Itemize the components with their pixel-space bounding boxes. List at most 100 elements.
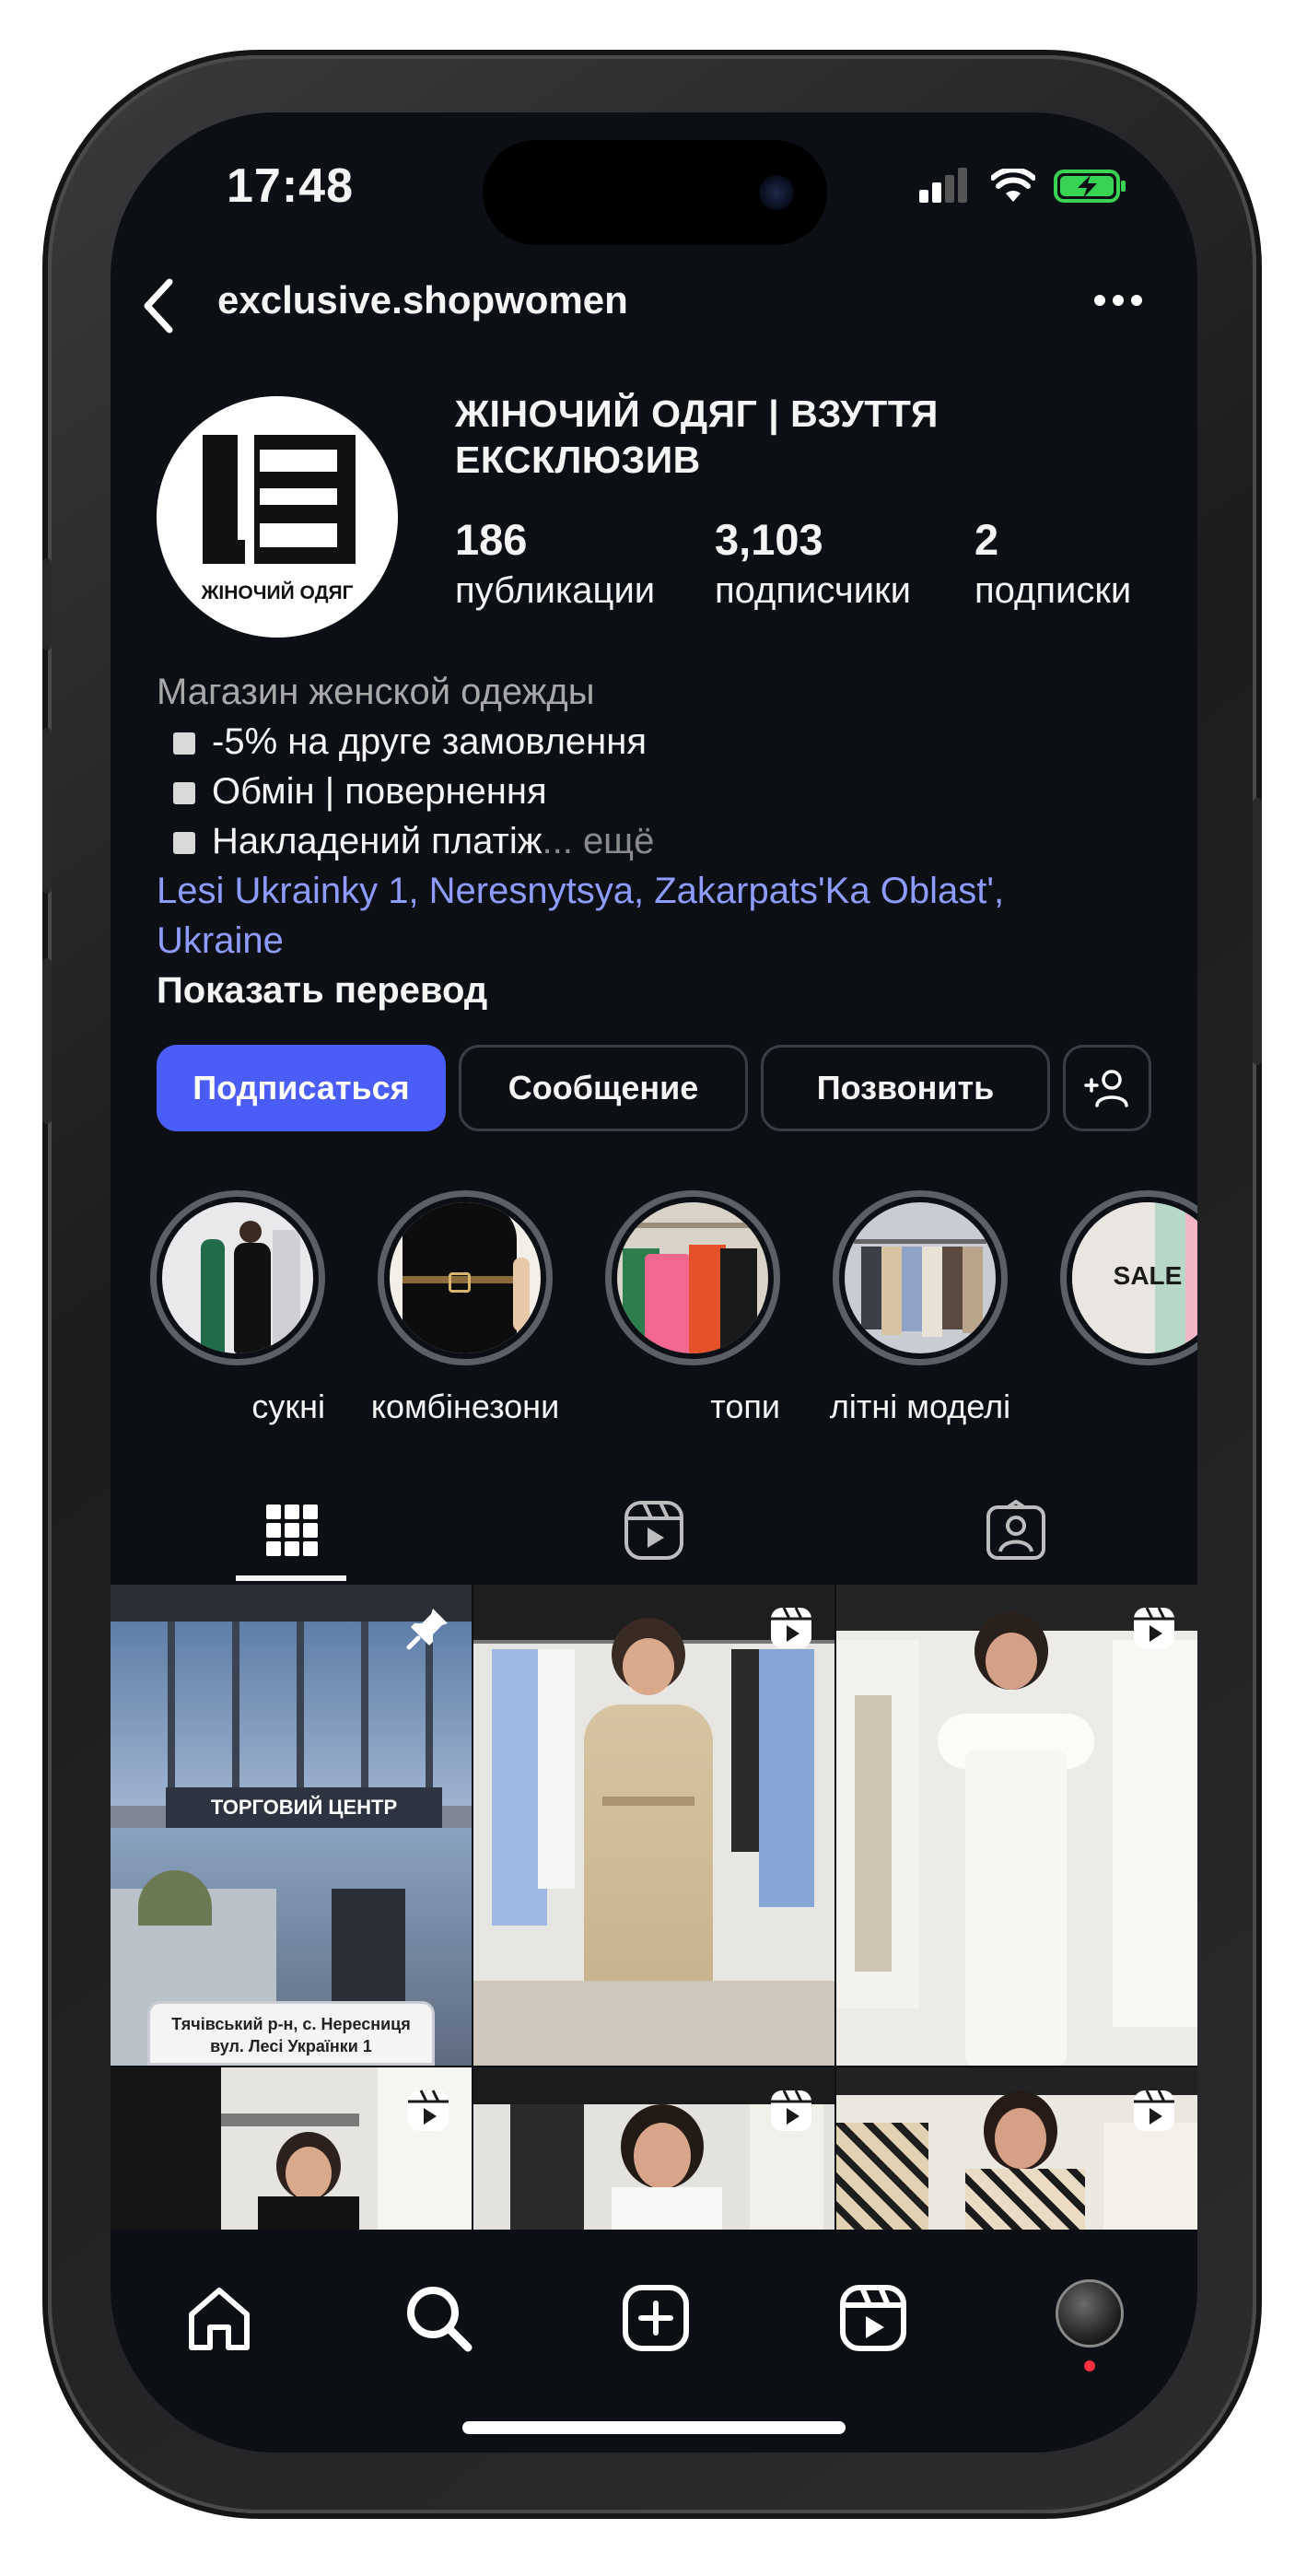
- dynamic-island: [483, 140, 827, 245]
- post-thumbnail[interactable]: [111, 2067, 472, 2230]
- mall-sign: ТОРГОВИЙ ЦЕНТР: [166, 1787, 442, 1828]
- stat-posts[interactable]: 186 публикации: [455, 514, 655, 612]
- highlight-thumb: SALE: [1072, 1202, 1197, 1353]
- post-thumbnail[interactable]: [836, 2067, 1197, 2230]
- create-post-icon[interactable]: [621, 2283, 691, 2353]
- post-thumbnail[interactable]: [836, 1585, 1197, 2066]
- highlight-thumb: [390, 1202, 541, 1353]
- reel-icon: [1134, 1607, 1174, 1648]
- home-indicator[interactable]: [462, 2421, 846, 2434]
- stat-following-count: 2: [974, 515, 999, 564]
- status-time: 17:48: [227, 159, 354, 213]
- reel-icon: [771, 1607, 811, 1648]
- status-icons: [917, 168, 1127, 205]
- battery-charging-icon: [1054, 170, 1126, 203]
- action-button: [42, 558, 52, 650]
- stat-followers-label: подписчики: [715, 570, 911, 611]
- bottom-nav: [111, 2230, 1197, 2453]
- bio-line-text: -5% на друге замовлення: [212, 721, 647, 762]
- bio-line: -5% на друге замовлення: [157, 717, 1170, 767]
- show-translation-link[interactable]: Показать перевод: [157, 966, 1170, 1015]
- active-tab-indicator: [236, 1575, 346, 1581]
- location-link-cont[interactable]: Ukraine: [157, 916, 1170, 966]
- highlight-jumpsuits[interactable]: комбінезони: [371, 1190, 559, 1426]
- wifi-icon: [991, 169, 1035, 202]
- highlight-ring: [833, 1190, 1008, 1365]
- highlight-ring: [150, 1190, 325, 1365]
- notification-dot: [1084, 2360, 1095, 2371]
- reel-icon: [771, 2090, 811, 2131]
- profile-category: Магазин женской одежды: [157, 672, 595, 712]
- bio-line-text: Обмін | повернення: [212, 771, 547, 812]
- call-button[interactable]: Позвонить: [761, 1045, 1050, 1131]
- post-thumbnail[interactable]: ТОРГОВИЙ ЦЕНТР Тячівський р-н, с. Нересн…: [111, 1585, 472, 2066]
- profile-tabs: [111, 1476, 1197, 1585]
- svg-text:ЖІНОЧИЙ ОДЯГ: ЖІНОЧИЙ ОДЯГ: [200, 581, 353, 603]
- post-thumbnail[interactable]: [473, 1585, 834, 2066]
- profile-avatar[interactable]: ЖІНОЧИЙ ОДЯГ: [157, 396, 398, 638]
- grid-icon: [265, 1505, 318, 1556]
- highlight-dresses[interactable]: сукні: [150, 1190, 325, 1426]
- profile-username: exclusive.shopwomen: [217, 278, 628, 322]
- home-icon[interactable]: [184, 2283, 254, 2353]
- highlight-sale[interactable]: SALE: [1060, 1190, 1197, 1365]
- highlight-thumb: [617, 1202, 768, 1353]
- bio-line: Накладений платіж... ещё: [157, 816, 1170, 866]
- post-thumbnail[interactable]: [473, 2067, 834, 2230]
- message-button[interactable]: Сообщение: [459, 1045, 748, 1131]
- pin-icon: [406, 1609, 448, 1650]
- tab-reels[interactable]: [473, 1476, 834, 1585]
- profile-bio: Магазин женской одежды -5% на друге замо…: [157, 667, 1170, 1015]
- highlight-label: літні моделі: [829, 1388, 1011, 1425]
- back-arrow-icon[interactable]: [138, 276, 179, 335]
- suggest-people-button[interactable]: [1063, 1045, 1151, 1131]
- volume-up-button: [42, 728, 52, 894]
- power-button: [1253, 798, 1262, 1065]
- tab-grid[interactable]: [111, 1476, 473, 1585]
- highlight-label: комбінезони: [370, 1388, 560, 1425]
- profile-avatar-nav[interactable]: [1056, 2279, 1124, 2348]
- cellular-signal-icon: [919, 168, 967, 203]
- address-caption: Тячівський р-н, с. Нересниця вул. Лесі У…: [147, 2001, 435, 2066]
- profile-display-name: ЖІНОЧИЙ ОДЯГ | ВЗУТТЯ ЕКСКЛЮЗИВ: [455, 392, 939, 481]
- sale-text: SALE: [1113, 1261, 1183, 1290]
- search-icon[interactable]: [403, 2283, 473, 2353]
- reels-icon: [624, 1501, 683, 1560]
- highlight-ring: [378, 1190, 553, 1365]
- reel-icon: [1134, 2090, 1174, 2131]
- post-grid: ТОРГОВИЙ ЦЕНТР Тячівський р-н, с. Нересн…: [111, 1585, 1197, 2230]
- stat-posts-label: публикации: [455, 570, 656, 611]
- reel-icon: [408, 2090, 449, 2131]
- tagged-person-icon: [986, 1500, 1045, 1560]
- highlight-summer-models[interactable]: літні моделі: [829, 1190, 1011, 1426]
- highlight-thumb: [162, 1202, 313, 1353]
- highlight-tops[interactable]: топи: [605, 1190, 780, 1426]
- add-person-icon: [1084, 1070, 1128, 1107]
- highlight-ring: SALE: [1060, 1190, 1197, 1365]
- follow-button[interactable]: Подписаться: [157, 1045, 446, 1131]
- highlight-label: сукні: [251, 1388, 325, 1425]
- screen: 17:48 exclusive.shopwomen ЖІНОЧИЙ ОДЯГ Ж…: [111, 112, 1197, 2453]
- stat-followers[interactable]: 3,103 подписчики: [715, 514, 911, 612]
- stat-followers-count: 3,103: [715, 515, 823, 564]
- square-bullet-icon: [173, 732, 195, 755]
- highlight-thumb: [845, 1202, 996, 1353]
- more-options-icon[interactable]: [1092, 293, 1144, 308]
- stat-following[interactable]: 2 подписки: [974, 514, 1131, 612]
- highlight-ring: [605, 1190, 780, 1365]
- stat-following-label: подписки: [974, 570, 1132, 611]
- address-caption-line: Тячівський р-н, с. Нересниця: [171, 2015, 411, 2033]
- bio-line-text: Накладений платіж: [212, 821, 543, 861]
- square-bullet-icon: [173, 782, 195, 804]
- brand-logo-icon: ЖІНОЧИЙ ОДЯГ: [200, 435, 356, 603]
- tab-tagged[interactable]: [834, 1476, 1196, 1585]
- highlight-label: топи: [710, 1388, 780, 1425]
- bio-line: Обмін | повернення: [157, 767, 1170, 816]
- address-caption-line: вул. Лесі Українки 1: [210, 2037, 372, 2055]
- volume-down-button: [42, 958, 52, 1124]
- square-bullet-icon: [173, 832, 195, 854]
- front-camera: [759, 175, 794, 210]
- location-link[interactable]: Lesi Ukrainky 1, Neresnytsya, Zakarpats'…: [157, 866, 1170, 916]
- reels-nav-icon[interactable]: [838, 2283, 908, 2353]
- bio-more-link[interactable]: ... ещё: [542, 821, 654, 861]
